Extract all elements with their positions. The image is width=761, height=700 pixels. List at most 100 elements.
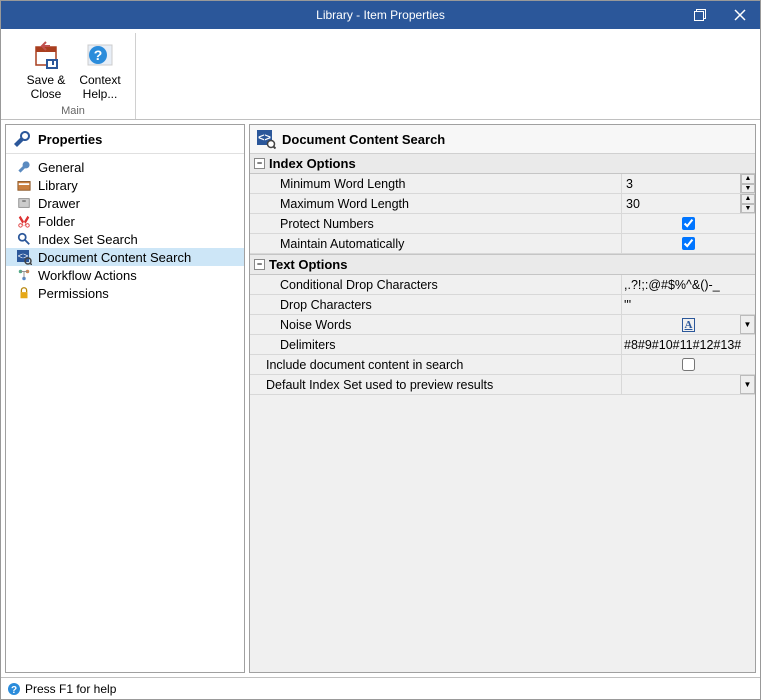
prop-value[interactable] bbox=[622, 355, 755, 374]
max-word-length-input[interactable] bbox=[624, 195, 737, 213]
include-content-checkbox[interactable] bbox=[682, 358, 695, 371]
sidebar-item-document-content-search[interactable]: <> Document Content Search bbox=[6, 248, 244, 266]
sidebar-item-general[interactable]: General bbox=[6, 158, 244, 176]
sidebar-item-label: Folder bbox=[38, 214, 75, 229]
window-controls bbox=[680, 1, 760, 29]
status-bar: ? Press F1 for help bbox=[1, 677, 760, 699]
save-close-button[interactable]: Save & Close bbox=[19, 33, 73, 103]
row-default-index-set: Default Index Set used to preview result… bbox=[250, 375, 755, 395]
prop-value[interactable]: ▲▼ bbox=[622, 174, 755, 193]
row-maintain-automatically: Maintain Automatically bbox=[250, 234, 755, 254]
spin-up-icon[interactable]: ▲ bbox=[741, 174, 755, 184]
prop-label: Include document content in search bbox=[250, 355, 622, 374]
prop-label: Protect Numbers bbox=[250, 214, 622, 233]
dropdown-button[interactable]: ▼ bbox=[740, 315, 755, 334]
section-index-options[interactable]: − Index Options bbox=[250, 154, 755, 174]
svg-text:?: ? bbox=[11, 685, 17, 696]
row-protect-numbers: Protect Numbers bbox=[250, 214, 755, 234]
ribbon-group-main: Save & Close ? Context Help... Main bbox=[11, 33, 136, 119]
prop-label: Noise Words bbox=[250, 315, 622, 334]
prop-label: Minimum Word Length bbox=[250, 174, 622, 193]
prop-value[interactable]: ▲▼ bbox=[622, 194, 755, 213]
protect-numbers-checkbox[interactable] bbox=[682, 217, 695, 230]
sidebar-item-label: Drawer bbox=[38, 196, 80, 211]
min-word-length-input[interactable] bbox=[624, 175, 737, 193]
save-close-label-1: Save & bbox=[27, 73, 66, 87]
spinner[interactable]: ▲▼ bbox=[740, 174, 755, 193]
restore-button[interactable] bbox=[680, 1, 720, 29]
content-title: Document Content Search bbox=[282, 132, 445, 147]
section-text-options[interactable]: − Text Options bbox=[250, 254, 755, 275]
main-area: Properties General Library Drawer Folder… bbox=[1, 120, 760, 677]
sidebar-item-library[interactable]: Library bbox=[6, 176, 244, 194]
wrench-icon bbox=[12, 129, 32, 149]
save-close-icon bbox=[30, 39, 62, 71]
sidebar-item-label: Permissions bbox=[38, 286, 109, 301]
collapse-icon[interactable]: − bbox=[254, 158, 265, 169]
collapse-icon[interactable]: − bbox=[254, 259, 265, 270]
sidebar-item-index-set-search[interactable]: Index Set Search bbox=[6, 230, 244, 248]
spin-down-icon[interactable]: ▼ bbox=[741, 184, 755, 194]
title-bar: Library - Item Properties bbox=[1, 1, 760, 29]
drop-chars-value: ''' bbox=[624, 298, 631, 312]
sidebar-item-permissions[interactable]: Permissions bbox=[6, 284, 244, 302]
help-icon: ? bbox=[84, 39, 116, 71]
status-text: Press F1 for help bbox=[25, 682, 116, 696]
workflow-icon bbox=[17, 268, 31, 282]
ribbon-group-label: Main bbox=[19, 105, 127, 117]
context-help-button[interactable]: ? Context Help... bbox=[73, 33, 127, 103]
sidebar-title: Properties bbox=[38, 132, 102, 147]
content-search-icon: <> bbox=[16, 249, 32, 265]
sidebar-item-folder[interactable]: Folder bbox=[6, 212, 244, 230]
noise-words-badge[interactable]: A bbox=[682, 318, 696, 332]
scissors-icon bbox=[17, 214, 31, 228]
prop-value[interactable] bbox=[622, 214, 755, 233]
row-min-word-length: Minimum Word Length ▲▼ bbox=[250, 174, 755, 194]
dropdown-button[interactable]: ▼ bbox=[740, 375, 755, 394]
prop-value[interactable] bbox=[622, 234, 755, 253]
prop-value[interactable]: A ▼ bbox=[622, 315, 755, 334]
prop-label: Maintain Automatically bbox=[250, 234, 622, 253]
content-header: <> Document Content Search bbox=[250, 125, 755, 154]
spin-up-icon[interactable]: ▲ bbox=[741, 194, 755, 204]
close-button[interactable] bbox=[720, 1, 760, 29]
wrench-small-icon bbox=[17, 160, 31, 174]
sidebar-item-workflow-actions[interactable]: Workflow Actions bbox=[6, 266, 244, 284]
search-icon bbox=[17, 232, 31, 246]
prop-label: Drop Characters bbox=[250, 295, 622, 314]
prop-value[interactable]: ▼ bbox=[622, 375, 755, 394]
sidebar-item-label: Index Set Search bbox=[38, 232, 138, 247]
prop-label: Conditional Drop Characters bbox=[250, 275, 622, 294]
library-icon bbox=[17, 178, 31, 192]
prop-value[interactable]: ''' bbox=[622, 295, 755, 314]
maintain-auto-checkbox[interactable] bbox=[682, 237, 695, 250]
window-title: Library - Item Properties bbox=[316, 8, 445, 22]
drawer-icon bbox=[17, 196, 31, 210]
prop-label: Default Index Set used to preview result… bbox=[250, 375, 622, 394]
context-help-label-2: Help... bbox=[83, 87, 118, 101]
prop-value[interactable]: #8#9#10#11#12#13# bbox=[622, 335, 755, 354]
prop-label: Delimiters bbox=[250, 335, 622, 354]
row-noise-words: Noise Words A ▼ bbox=[250, 315, 755, 335]
restore-icon bbox=[694, 9, 706, 21]
row-drop-characters: Drop Characters ''' bbox=[250, 295, 755, 315]
sidebar-header: Properties bbox=[6, 125, 244, 154]
sidebar: Properties General Library Drawer Folder… bbox=[5, 124, 245, 673]
help-small-icon: ? bbox=[7, 682, 21, 696]
row-delimiters: Delimiters #8#9#10#11#12#13# bbox=[250, 335, 755, 355]
spin-down-icon[interactable]: ▼ bbox=[741, 204, 755, 214]
sidebar-item-label: Document Content Search bbox=[38, 250, 191, 265]
close-icon bbox=[734, 9, 746, 21]
content-search-icon: <> bbox=[256, 129, 276, 149]
prop-value[interactable]: ,.?!;:@#$%^&()-_ bbox=[622, 275, 755, 294]
sidebar-item-drawer[interactable]: Drawer bbox=[6, 194, 244, 212]
conditional-drop-value: ,.?!;:@#$%^&()-_ bbox=[624, 278, 720, 292]
sidebar-item-label: Library bbox=[38, 178, 78, 193]
delimiters-value: #8#9#10#11#12#13# bbox=[624, 338, 741, 352]
sidebar-item-label: General bbox=[38, 160, 84, 175]
svg-text:?: ? bbox=[94, 47, 103, 63]
content-panel: <> Document Content Search − Index Optio… bbox=[249, 124, 756, 673]
section-label: Text Options bbox=[269, 257, 347, 272]
row-max-word-length: Maximum Word Length ▲▼ bbox=[250, 194, 755, 214]
spinner[interactable]: ▲▼ bbox=[740, 194, 755, 213]
